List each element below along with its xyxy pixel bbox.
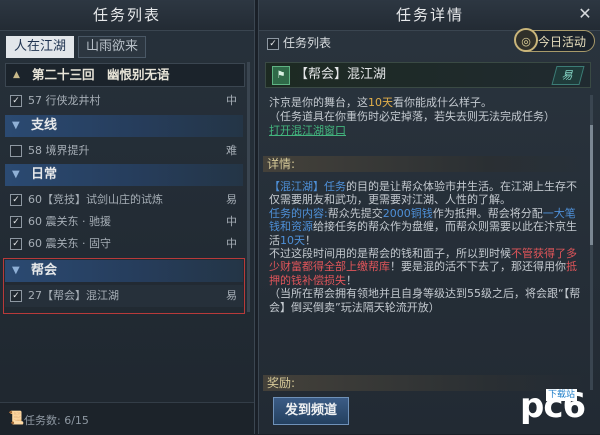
- task-label: 60 震关东 · 固守: [28, 237, 111, 250]
- task-row[interactable]: ✓ 57 行侠龙井村 中: [5, 90, 243, 112]
- task-checkbox[interactable]: [10, 145, 22, 157]
- task-label: 60【竞技】试剑山庄的试炼: [28, 193, 163, 206]
- task-difficulty: 中: [226, 215, 237, 228]
- task-list-panel: 任务列表 人在江湖 山雨欲来 ▲ 第二十三回 幽恨别无语 ✓ 57 行侠龙井村 …: [0, 0, 255, 435]
- task-row[interactable]: ✓ 60 震关东 · 驰援 中: [5, 211, 243, 233]
- category-side-quests[interactable]: ▼ 支线: [5, 115, 243, 137]
- chevron-down-icon: ▼: [12, 265, 20, 276]
- task-tabs: 人在江湖 山雨欲来: [6, 36, 147, 58]
- quest-detail-text: 【混江湖】任务的目的是让帮众体验市井生活。在江湖上生存不仅需要朋友和武功，更需要…: [269, 180, 581, 314]
- task-count: 任务数: 6/15: [24, 414, 89, 427]
- calendar-icon: ◎: [514, 28, 538, 52]
- task-checkbox[interactable]: ✓: [10, 216, 22, 228]
- task-checkbox[interactable]: ✓: [10, 194, 22, 206]
- category-label: 日常: [31, 167, 58, 182]
- detail-section-header: 详情:: [263, 156, 585, 172]
- quest-description: 汴京是你的舞台，这10天看你能成什么样子。 （任务道具在你重伤时必定掉落，若失去…: [269, 96, 585, 138]
- category-guild[interactable]: ▼ 帮会: [5, 260, 243, 282]
- tasklist-toggle[interactable]: ✓ 任务列表: [267, 34, 331, 52]
- task-difficulty: 中: [226, 94, 237, 107]
- tab-ren-zai-jiang-hu[interactable]: 人在江湖: [6, 36, 75, 58]
- tasklist-toggle-label: 任务列表: [283, 36, 332, 50]
- chevron-down-icon: ▼: [12, 120, 20, 131]
- chapter-header[interactable]: ▲ 第二十三回 幽恨别无语: [5, 63, 245, 87]
- task-difficulty: 易: [226, 193, 237, 206]
- category-label: 帮会: [31, 263, 58, 278]
- difficulty-badge: 易: [551, 66, 585, 85]
- task-detail-title: 任务详情: [259, 0, 600, 31]
- close-icon[interactable]: ✕: [575, 4, 595, 24]
- scroll-icon: 📜: [8, 411, 25, 426]
- today-activity-button[interactable]: ◎ 今日活动: [514, 28, 595, 52]
- task-row-selected[interactable]: ✓ 27【帮会】混江湖 易: [5, 285, 243, 307]
- chevron-down-icon: ▼: [12, 169, 20, 180]
- scrollbar-thumb[interactable]: [590, 125, 593, 245]
- task-label: 58 境界提升: [28, 144, 90, 157]
- task-label: 57 行侠龙井村: [28, 94, 101, 107]
- task-difficulty: 易: [226, 289, 237, 302]
- quest-flag-icon: ⚑: [272, 66, 290, 85]
- right-scrollbar[interactable]: [590, 95, 593, 390]
- task-checkbox[interactable]: ✓: [10, 95, 22, 107]
- quest-header: ⚑ 【帮会】混江湖 易: [265, 62, 591, 88]
- desc-line-1: 汴京是你的舞台，这10天看你能成什么样子。: [269, 96, 492, 109]
- quest-name: 【帮会】混江湖: [295, 67, 387, 82]
- task-list-title: 任务列表: [0, 0, 254, 31]
- category-label: 支线: [31, 118, 58, 133]
- category-daily[interactable]: ▼ 日常: [5, 164, 243, 186]
- tasklist-checkbox[interactable]: ✓: [267, 37, 279, 50]
- open-window-link[interactable]: 打开混江湖窗口: [269, 124, 346, 137]
- collapse-triangle-icon: ▲: [13, 70, 20, 80]
- task-row[interactable]: ✓ 60 震关东 · 固守 中: [5, 233, 243, 255]
- left-scrollbar[interactable]: [247, 62, 250, 312]
- watermark-tag: 下载站: [546, 389, 578, 401]
- task-checkbox[interactable]: ✓: [10, 238, 22, 250]
- task-footer: 📜 任务数: 6/15: [0, 402, 254, 435]
- task-detail-panel: 任务详情 ✕ ✓ 任务列表 ◎ 今日活动 ⚑ 【帮会】混江湖 易 汴京是你的舞台，…: [258, 0, 600, 434]
- task-row[interactable]: ✓ 60【竞技】试剑山庄的试炼 易: [5, 189, 243, 211]
- task-label: 60 震关东 · 驰援: [28, 215, 111, 228]
- task-checkbox[interactable]: ✓: [10, 290, 22, 302]
- today-activity-label: 今日活动: [537, 35, 586, 49]
- task-difficulty: 难: [226, 144, 237, 157]
- tab-shan-yu-yu-lai[interactable]: 山雨欲来: [78, 36, 147, 58]
- task-label: 27【帮会】混江湖: [28, 289, 119, 302]
- chapter-title: 第二十三回 幽恨别无语: [32, 67, 170, 82]
- send-to-channel-button[interactable]: 发到频道: [273, 397, 349, 425]
- desc-line-2: （任务道具在你重伤时必定掉落，若失去则无法完成任务）: [269, 110, 555, 123]
- task-difficulty: 中: [226, 237, 237, 250]
- task-row[interactable]: 58 境界提升 难: [5, 140, 243, 162]
- watermark-logo: pc6 下载站: [520, 386, 596, 430]
